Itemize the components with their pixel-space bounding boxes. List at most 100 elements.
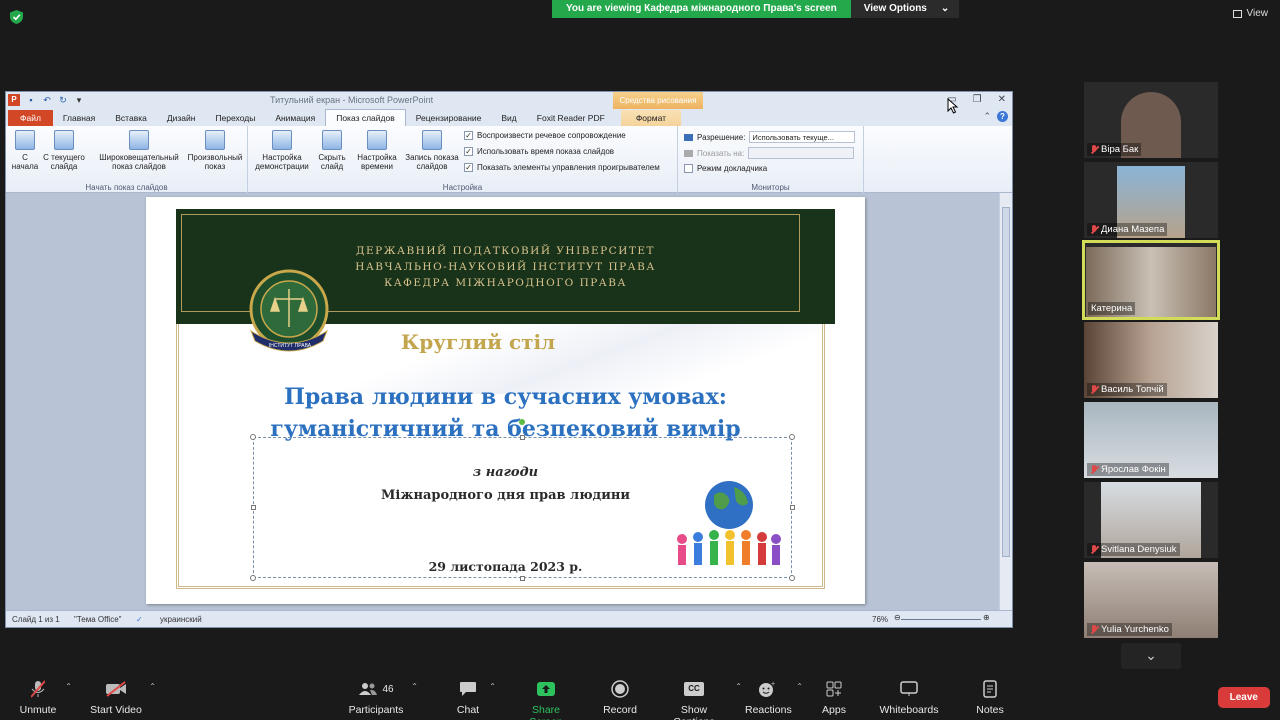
- view-options-button[interactable]: View Options ⌄: [850, 0, 960, 18]
- hide-slide-icon: [322, 130, 342, 150]
- show-on-label: Показать на:: [697, 148, 745, 158]
- chat-caret-icon[interactable]: ⌃: [489, 682, 496, 691]
- zoom-level[interactable]: 76%: [872, 615, 888, 624]
- video-tile[interactable]: Віра Бак: [1084, 82, 1218, 158]
- zoom-slider[interactable]: [901, 619, 981, 620]
- video-tile-active-speaker[interactable]: Катерина: [1082, 240, 1220, 320]
- resize-handle[interactable]: [250, 434, 256, 440]
- view-button[interactable]: View: [1232, 8, 1269, 19]
- zoom-out-icon[interactable]: ⊖: [894, 613, 901, 622]
- spellcheck-icon[interactable]: ✓: [136, 615, 143, 624]
- hide-slide-label: Скрыть слайд: [318, 153, 346, 171]
- start-video-button[interactable]: Start Video ⌃: [90, 680, 156, 716]
- tab-animations[interactable]: Анимация: [265, 113, 325, 126]
- notes-button[interactable]: Notes: [975, 680, 1005, 716]
- powerpoint-logo-icon[interactable]: P: [8, 94, 20, 106]
- record-show-button[interactable]: Запись показа слайдов: [402, 130, 462, 171]
- participants-caret-icon[interactable]: ⌃: [411, 682, 418, 691]
- resolution-label: Разрешение:: [697, 132, 746, 142]
- resize-handle[interactable]: [789, 434, 795, 440]
- participant-name-tag: Катерина: [1088, 302, 1136, 315]
- tab-foxit[interactable]: Foxit Reader PDF: [527, 113, 615, 126]
- rotation-handle[interactable]: [519, 419, 525, 425]
- tab-design[interactable]: Дизайн: [157, 113, 206, 126]
- reactions-caret-icon[interactable]: ⌃: [796, 682, 803, 691]
- zoom-in-icon[interactable]: ⊕: [983, 613, 990, 622]
- tab-file[interactable]: Файл: [8, 110, 53, 126]
- unmute-button[interactable]: Unmute ⌃: [18, 680, 72, 716]
- gallery-scroll-down-chevron-icon[interactable]: ⌄: [1121, 643, 1181, 669]
- record-icon: [422, 130, 442, 150]
- slide-canvas[interactable]: ДЕРЖАВНИЙ ПОДАТКОВИЙ УНІВЕРСИТЕТ НАВЧАЛЬ…: [146, 197, 865, 604]
- show-on-dropdown[interactable]: [748, 147, 855, 159]
- resize-handle[interactable]: [789, 575, 795, 581]
- tab-transitions[interactable]: Переходы: [205, 113, 265, 126]
- participants-button[interactable]: 46 Participants ⌃: [348, 680, 418, 716]
- resize-handle[interactable]: [251, 505, 256, 510]
- redo-icon[interactable]: ↻: [58, 95, 68, 105]
- from-current-button[interactable]: С текущего слайда: [42, 130, 86, 171]
- media-controls-checkbox[interactable]: ✓ Показать элементы управления проигрыват…: [464, 163, 660, 172]
- resolution-dropdown[interactable]: Использовать текуще...: [749, 131, 856, 143]
- resize-handle[interactable]: [520, 435, 525, 440]
- video-tile[interactable]: Ярослав Фокін: [1084, 402, 1218, 478]
- whiteboards-button[interactable]: Whiteboards: [878, 680, 940, 716]
- customize-toolbar-icon[interactable]: ▾: [74, 95, 84, 105]
- slide-title-line1: Права людини в сучасних умовах:: [284, 384, 727, 410]
- broadcast-label: Широковещательный показ слайдов: [99, 153, 179, 171]
- custom-show-button[interactable]: Произвольный показ: [184, 130, 246, 171]
- share-screen-button[interactable]: Share Screen: [515, 680, 577, 720]
- tab-format[interactable]: Формат: [620, 110, 682, 126]
- scrollbar-thumb[interactable]: [1002, 207, 1010, 557]
- video-tile[interactable]: Василь Топчій: [1084, 322, 1218, 398]
- mic-muted-icon: [1090, 544, 1098, 555]
- captions-caret-icon[interactable]: ⌃: [735, 682, 742, 691]
- help-icon[interactable]: ?: [997, 111, 1008, 122]
- mic-muted-icon: [1090, 144, 1098, 155]
- security-shield-icon[interactable]: [10, 10, 23, 24]
- resize-handle[interactable]: [520, 576, 525, 581]
- video-tile[interactable]: Диана Мазепа: [1084, 162, 1218, 238]
- tab-insert[interactable]: Вставка: [105, 113, 157, 126]
- from-beginning-button[interactable]: С начала: [10, 130, 40, 171]
- view-button-label: View: [1246, 8, 1269, 19]
- tab-view[interactable]: Вид: [491, 113, 526, 126]
- setup-show-button[interactable]: Настройка демонстрации: [252, 130, 312, 171]
- vertical-scrollbar[interactable]: [999, 193, 1012, 611]
- timings-checkbox[interactable]: ✓ Использовать время показа слайдов: [464, 147, 614, 156]
- globe-people-icon: [677, 481, 781, 565]
- reactions-button[interactable]: + Reactions ⌃: [745, 680, 803, 716]
- chat-button[interactable]: Chat ⌃: [454, 680, 496, 716]
- participant-name-tag: Svitlana Denysiuk: [1087, 543, 1180, 556]
- record-button[interactable]: Record: [603, 680, 637, 716]
- drawing-tools-context: Средства рисования: [613, 92, 703, 109]
- save-icon[interactable]: ▪: [26, 95, 36, 105]
- show-captions-button[interactable]: CC Show Captions ⌃: [660, 680, 742, 720]
- tab-slideshow[interactable]: Показ слайдов: [325, 109, 406, 126]
- undo-icon[interactable]: ↶: [42, 95, 52, 105]
- restore-icon[interactable]: ❐: [973, 94, 982, 105]
- video-options-caret-icon[interactable]: ⌃: [149, 682, 156, 691]
- ppt-window-title: Титульний екран - Microsoft PowerPoint: [270, 95, 434, 105]
- leave-button[interactable]: Leave: [1217, 687, 1270, 708]
- close-icon[interactable]: ✕: [998, 94, 1006, 105]
- share-banner: You are viewing Кафедра міжнародного Пра…: [552, 0, 960, 18]
- mic-muted-icon: [18, 680, 58, 698]
- record-icon: [603, 680, 637, 698]
- resize-handle[interactable]: [250, 575, 256, 581]
- video-tile[interactable]: Svitlana Denysiuk: [1084, 482, 1218, 558]
- video-tile[interactable]: Yulia Yurchenko: [1084, 562, 1218, 638]
- apps-button[interactable]: Apps: [820, 680, 848, 716]
- ribbon-tabs: Файл Главная Вставка Дизайн Переходы Ани…: [6, 109, 1012, 126]
- hide-slide-button[interactable]: Скрыть слайд: [314, 130, 350, 171]
- language-indicator[interactable]: украинский: [160, 615, 202, 624]
- tab-review[interactable]: Рецензирование: [406, 113, 492, 126]
- tab-home[interactable]: Главная: [53, 113, 105, 126]
- mouse-cursor-icon: [947, 98, 959, 114]
- rehearse-timings-button[interactable]: Настройка времени: [352, 130, 402, 171]
- narration-checkbox[interactable]: ✓ Воспроизвести речевое сопровождение: [464, 131, 626, 140]
- audio-options-caret-icon[interactable]: ⌃: [65, 682, 72, 691]
- collapse-ribbon-icon[interactable]: ⌃: [983, 111, 991, 122]
- presenter-view-checkbox[interactable]: Режим докладчика: [684, 164, 767, 173]
- broadcast-button[interactable]: Широковещательный показ слайдов: [94, 130, 184, 171]
